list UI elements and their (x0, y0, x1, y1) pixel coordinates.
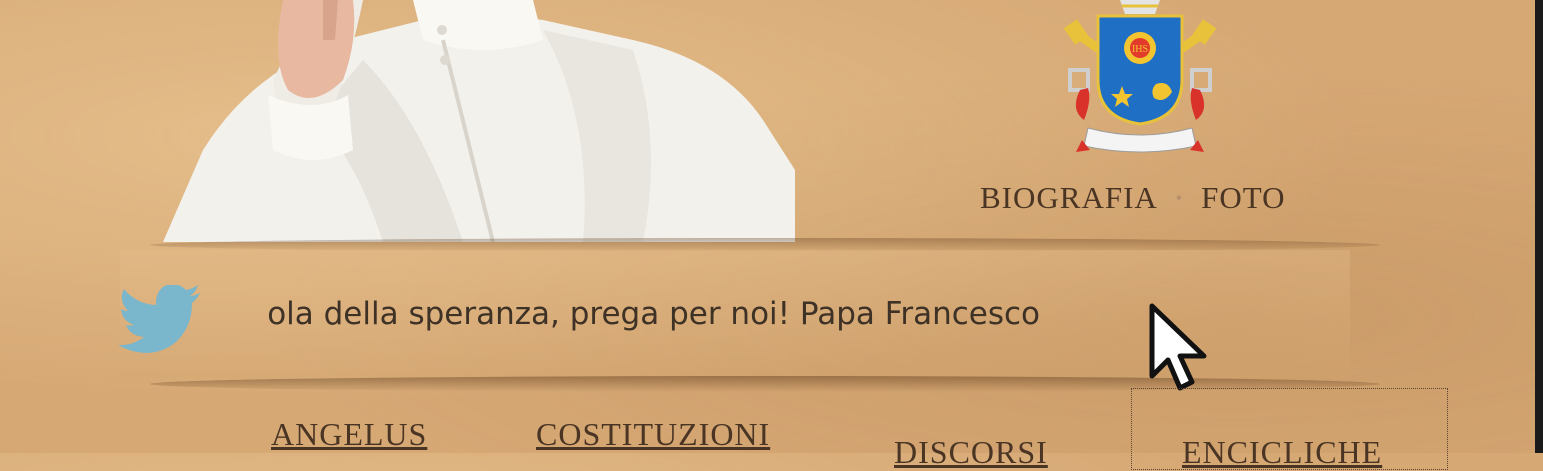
papal-coat-of-arms-icon: IHS (1060, 0, 1220, 160)
nav-link-biografia[interactable]: BIOGRAFIA (980, 180, 1158, 216)
svg-text:IHS: IHS (1132, 44, 1148, 55)
tweet-text: ola della speranza, prega per noi! Papa … (267, 296, 1040, 332)
nav-link-angelus[interactable]: ANGELUS (271, 416, 427, 453)
pope-portrait (163, 0, 795, 242)
twitter-bird-icon[interactable] (118, 284, 202, 353)
twitter-ticker[interactable]: ola della speranza, prega per noi! Papa … (220, 288, 1050, 340)
mouse-cursor-icon (1148, 302, 1214, 394)
main-nav: ANGELUS COSTITUZIONI DISCORSI ENCICLICHE (0, 400, 1543, 470)
top-nav: BIOGRAFIA • FOTO (980, 178, 1286, 218)
nav-link-costituzioni[interactable]: COSTITUZIONI (536, 416, 770, 453)
nav-separator: • (1175, 187, 1184, 208)
nav-link-foto[interactable]: FOTO (1201, 180, 1285, 216)
window-edge (1535, 0, 1543, 453)
